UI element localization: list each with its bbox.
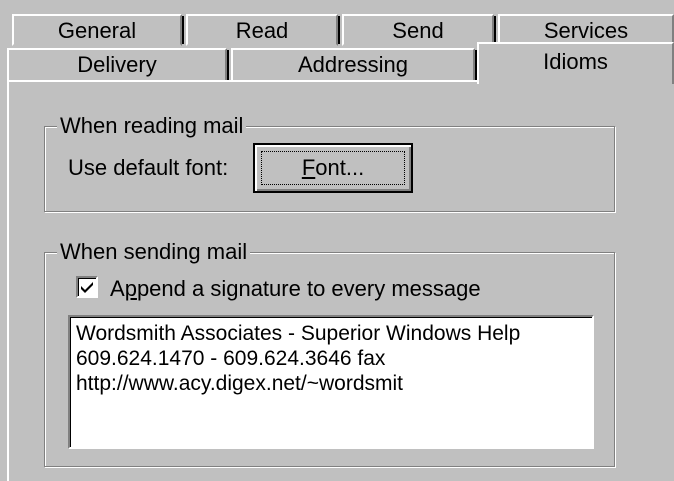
tab-addressing[interactable]: Addressing	[231, 48, 477, 82]
append-signature-label[interactable]: Append a signature to every message	[110, 276, 481, 302]
tab-delivery[interactable]: Delivery	[7, 48, 229, 82]
font-button-mnemonic: F	[301, 155, 316, 180]
append-signature-mnemonic: p	[124, 276, 137, 301]
sending-group-label: When sending mail	[57, 239, 251, 265]
font-button-label: ont...	[315, 155, 365, 180]
tab-general[interactable]: General	[12, 14, 184, 46]
tab-send[interactable]: Send	[342, 14, 496, 46]
properties-dialog: General Read Send Services Delivery Addr…	[0, 0, 674, 481]
font-button[interactable]: Font...	[253, 143, 413, 193]
append-signature-checkbox[interactable]	[76, 276, 98, 298]
default-font-label: Use default font:	[68, 155, 229, 180]
tab-read[interactable]: Read	[186, 14, 340, 46]
signature-textbox[interactable]: Wordsmith Associates - Superior Windows …	[68, 315, 594, 449]
checkmark-icon	[81, 282, 93, 293]
reading-group-label: When reading mail	[57, 113, 247, 139]
tab-idioms[interactable]: Idioms	[477, 42, 674, 84]
